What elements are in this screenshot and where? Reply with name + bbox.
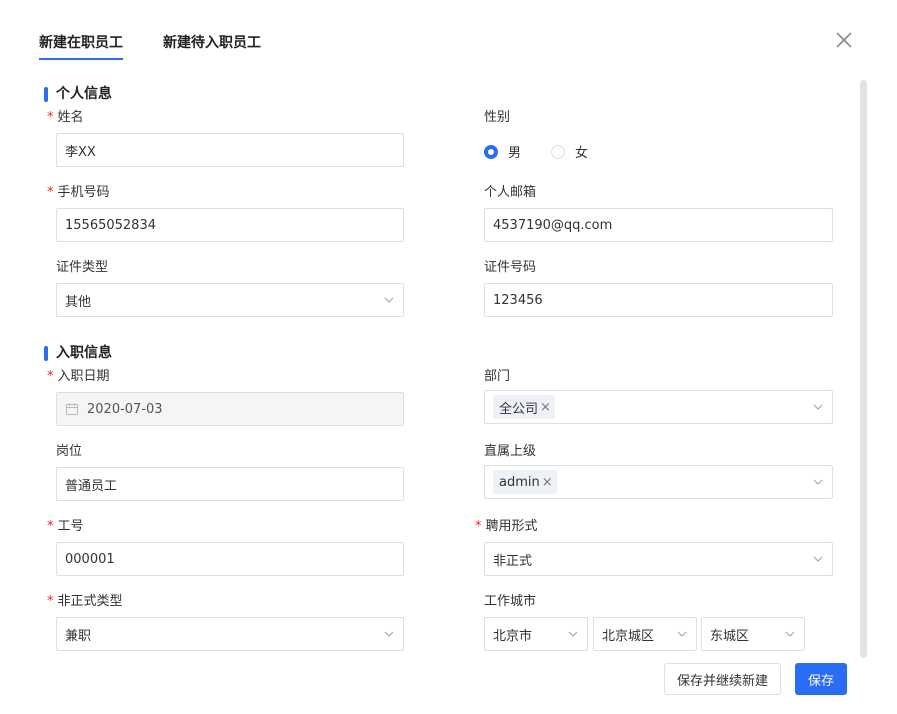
chevron-down-icon bbox=[813, 479, 823, 485]
informal-type-label: * 非正式类型 bbox=[47, 594, 123, 609]
chevron-down-icon bbox=[813, 556, 823, 562]
phone-label: * 手机号码 bbox=[47, 185, 110, 200]
employment-form-select[interactable]: 非正式 bbox=[484, 542, 833, 576]
email-input[interactable]: 4537190@qq.com bbox=[484, 208, 833, 242]
radio-checked-icon bbox=[484, 144, 498, 159]
supervisor-label: 直属上级 bbox=[484, 444, 537, 459]
gender-female-radio[interactable]: 女 bbox=[551, 142, 588, 161]
chevron-down-icon bbox=[568, 631, 578, 637]
employee-no-input[interactable]: 000001 bbox=[56, 542, 404, 576]
chevron-down-icon bbox=[813, 404, 823, 410]
section-personal-info: 个人信息 bbox=[44, 86, 112, 102]
remove-tag-icon[interactable]: × bbox=[540, 400, 551, 415]
chevron-down-icon bbox=[677, 631, 687, 637]
close-icon[interactable] bbox=[834, 30, 854, 50]
radio-unchecked-icon bbox=[551, 144, 566, 159]
position-input[interactable]: 普通员工 bbox=[56, 467, 404, 501]
tab-new-active-employee[interactable]: 新建在职员工 bbox=[39, 0, 123, 62]
department-select[interactable]: 全公司 × bbox=[484, 390, 833, 424]
supervisor-tag: admin × bbox=[493, 470, 557, 494]
department-tag: 全公司 × bbox=[493, 395, 555, 419]
gender-label: 性别 bbox=[484, 110, 511, 125]
name-label: * 姓名 bbox=[47, 110, 84, 125]
tab-bar: 新建在职员工 新建待入职员工 bbox=[39, 0, 301, 62]
scrollbar[interactable] bbox=[860, 80, 867, 658]
name-input[interactable]: 李XX bbox=[56, 133, 404, 167]
gender-male-radio[interactable]: 男 bbox=[484, 142, 521, 161]
employee-no-label: * 工号 bbox=[47, 519, 84, 534]
id-type-label: 证件类型 bbox=[56, 260, 109, 275]
save-button[interactable]: 保存 bbox=[795, 663, 847, 695]
join-date-picker[interactable]: 2020-07-03 bbox=[56, 392, 404, 426]
id-number-input[interactable]: 123456 bbox=[484, 283, 833, 317]
supervisor-select[interactable]: admin × bbox=[484, 465, 833, 499]
work-province-select[interactable]: 北京市 bbox=[484, 617, 588, 651]
work-city-select[interactable]: 北京城区 bbox=[593, 617, 697, 651]
id-number-label: 证件号码 bbox=[484, 260, 537, 275]
new-employee-dialog: 新建在职员工 新建待入职员工 个人信息 * 姓名 李XX 性别 男 女 * 手机号码… bbox=[0, 0, 867, 714]
work-city-label: 工作城市 bbox=[484, 594, 537, 609]
calendar-icon bbox=[66, 403, 78, 415]
department-label: 部门 bbox=[484, 369, 511, 384]
informal-type-select[interactable]: 兼职 bbox=[56, 617, 404, 651]
chevron-down-icon bbox=[384, 631, 394, 637]
employment-form-label: * 聘用形式 bbox=[475, 519, 538, 534]
phone-input[interactable]: 15565052834 bbox=[56, 208, 404, 242]
id-type-select[interactable]: 其他 bbox=[56, 283, 404, 317]
gender-radio-group: 男 女 bbox=[484, 142, 618, 161]
tab-new-pending-employee[interactable]: 新建待入职员工 bbox=[163, 0, 261, 62]
save-and-continue-button[interactable]: 保存并继续新建 bbox=[664, 663, 781, 695]
email-label: 个人邮箱 bbox=[484, 185, 537, 200]
join-date-label: * 入职日期 bbox=[47, 369, 110, 384]
work-district-select[interactable]: 东城区 bbox=[701, 617, 805, 651]
chevron-down-icon bbox=[785, 631, 795, 637]
section-onboarding-info: 入职信息 bbox=[44, 345, 112, 361]
chevron-down-icon bbox=[384, 297, 394, 303]
remove-tag-icon[interactable]: × bbox=[542, 475, 553, 490]
position-label: 岗位 bbox=[56, 444, 83, 459]
